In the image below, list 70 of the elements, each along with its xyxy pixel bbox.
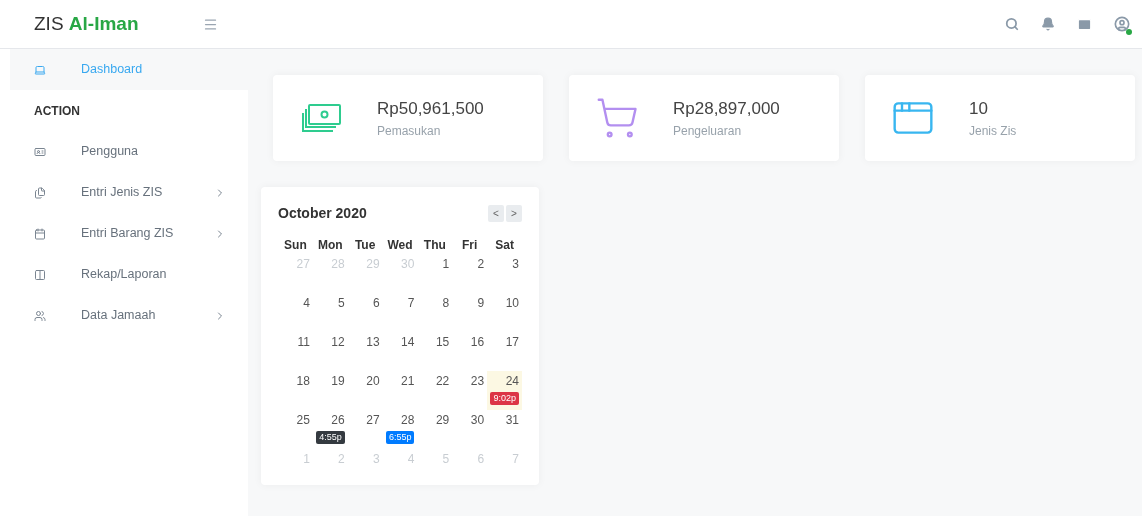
event-badge[interactable]: 4:55p bbox=[316, 431, 345, 444]
stat-label: Jenis Zis bbox=[969, 122, 1017, 140]
calendar-day[interactable]: 5 bbox=[312, 293, 348, 332]
banknotes-icon bbox=[300, 102, 342, 134]
calendar-day[interactable]: 23 bbox=[452, 371, 488, 410]
calendar-day[interactable]: 12 bbox=[312, 332, 348, 371]
weekday-label: Wed bbox=[386, 237, 414, 254]
stat-value: 10 bbox=[969, 98, 989, 121]
calendar-day[interactable]: 29 bbox=[417, 410, 453, 449]
sidebar-item[interactable]: Entri Barang ZIS bbox=[10, 213, 248, 254]
calendar-day[interactable]: 25 bbox=[278, 410, 313, 449]
weekday-label: Mon bbox=[316, 237, 344, 254]
calendar-day[interactable]: 27 bbox=[347, 410, 383, 449]
weekday-label: Thu bbox=[422, 237, 447, 254]
user-avatar-icon[interactable] bbox=[1114, 16, 1130, 32]
users-icon bbox=[34, 309, 46, 322]
sidebar-item[interactable]: Pengguna bbox=[10, 131, 248, 172]
calendar-day[interactable]: 10 bbox=[487, 293, 522, 332]
calendar-day[interactable]: 11 bbox=[278, 332, 313, 371]
weekday-label: Sun bbox=[283, 237, 308, 254]
calendar-day[interactable]: 4 bbox=[278, 293, 313, 332]
online-status-icon bbox=[1126, 29, 1132, 35]
calendar-day[interactable]: 26 4:55p bbox=[312, 410, 348, 449]
columns-icon bbox=[34, 268, 46, 281]
calendar-day[interactable]: 30 bbox=[452, 410, 488, 449]
next-month-button[interactable]: > bbox=[506, 205, 522, 222]
calendar-day[interactable]: 15 bbox=[417, 332, 453, 371]
weekday-label: Tue bbox=[353, 237, 377, 254]
calendar-title: October 2020 bbox=[278, 204, 367, 223]
calendar-day[interactable]: 19 bbox=[312, 371, 348, 410]
stat-label: Pengeluaran bbox=[673, 122, 743, 140]
laptop-icon bbox=[34, 63, 46, 76]
calendar-day[interactable]: 21 bbox=[382, 371, 418, 410]
calendar-day[interactable]: 28 6:55p bbox=[382, 410, 418, 449]
calendar-day[interactable]: 17 bbox=[487, 332, 522, 371]
calendar-day[interactable]: 7 bbox=[382, 293, 418, 332]
bell-icon[interactable] bbox=[1041, 17, 1055, 31]
event-badge[interactable]: 9:02p bbox=[490, 392, 519, 405]
calendar-day[interactable]: 31 bbox=[487, 410, 522, 449]
previous-month-button[interactable]: < bbox=[488, 205, 504, 222]
calendar-day[interactable]: 8 bbox=[417, 293, 453, 332]
calendar-day[interactable]: 6 bbox=[347, 293, 383, 332]
search-icon[interactable] bbox=[1005, 17, 1019, 31]
calendar-day[interactable]: 13 bbox=[347, 332, 383, 371]
calendar-day[interactable]: 20 bbox=[347, 371, 383, 410]
sidebar-item[interactable]: Entri Jenis ZIS bbox=[10, 172, 248, 213]
calendar-day[interactable]: 16 bbox=[452, 332, 488, 371]
calendar-icon bbox=[34, 227, 46, 240]
menu-icon[interactable] bbox=[203, 16, 218, 32]
calendar-day[interactable]: 14 bbox=[382, 332, 418, 371]
calendar-day[interactable]: 2 bbox=[452, 254, 488, 293]
calendar-day[interactable]: 1 bbox=[417, 254, 453, 293]
event-badge[interactable]: 6:55p bbox=[385, 431, 415, 444]
sidebar-heading: ACTION bbox=[34, 102, 80, 120]
cart-icon bbox=[595, 96, 639, 140]
files-icon bbox=[34, 186, 46, 199]
calendar-day[interactable]: 3 bbox=[487, 254, 522, 293]
weekday-label: Fri bbox=[461, 237, 479, 254]
calendar-day[interactable]: 18 bbox=[278, 371, 313, 410]
sidebar-item[interactable]: Data Jamaah bbox=[10, 295, 248, 336]
weekday-label: Sat bbox=[494, 237, 515, 254]
calendar-day[interactable]: 9 bbox=[452, 293, 488, 332]
stat-value: Rp50,961,500 bbox=[377, 98, 484, 121]
calendar-day[interactable]: 22 bbox=[417, 371, 453, 410]
stat-label: Pemasukan bbox=[377, 122, 442, 140]
brand-title: ZIS Al-Iman bbox=[34, 11, 139, 36]
id-card-icon bbox=[34, 145, 46, 158]
sidebar-item[interactable]: Rekap/Laporan bbox=[10, 254, 248, 295]
stat-value: Rp28,897,000 bbox=[673, 98, 780, 121]
calendar-day[interactable]: 24 9:02p bbox=[487, 371, 522, 410]
